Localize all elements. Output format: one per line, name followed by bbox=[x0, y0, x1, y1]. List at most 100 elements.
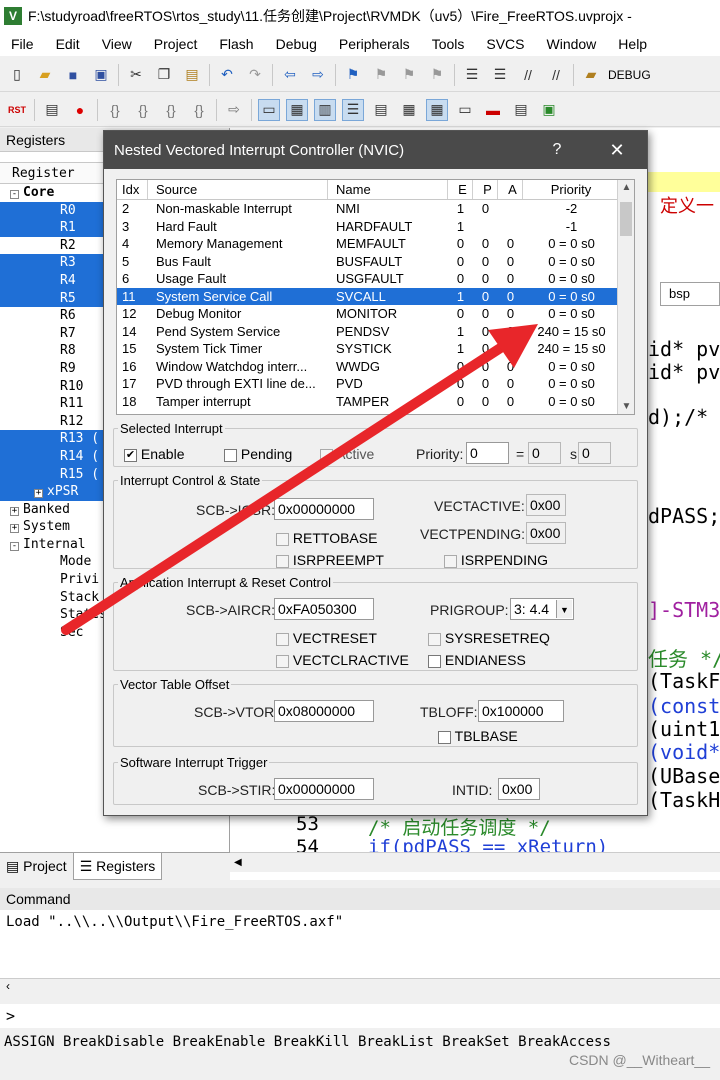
column-source[interactable]: Source bbox=[148, 180, 328, 199]
enable-checkbox[interactable]: ✔ Enable bbox=[124, 446, 184, 462]
nav-forward-icon[interactable]: ⇨ bbox=[307, 64, 329, 86]
interrupt-table-scrollbar[interactable]: ▲ ▼ bbox=[617, 180, 634, 414]
tblbase-checkbox[interactable]: TBLBASE bbox=[438, 728, 518, 744]
run-icon[interactable]: ▤ bbox=[41, 99, 63, 121]
registers-window-icon[interactable]: ☰ bbox=[342, 98, 364, 121]
redo-icon[interactable]: ↷ bbox=[244, 64, 266, 86]
scroll-down-icon[interactable]: ▼ bbox=[618, 401, 634, 412]
unindent-icon[interactable]: ☰ bbox=[489, 64, 511, 86]
interrupt-row[interactable]: 2 Non-maskable Interrupt NMI 1 0 -2 bbox=[117, 200, 634, 218]
trace-window-icon[interactable]: ▤ bbox=[510, 99, 532, 121]
interrupt-row[interactable]: 4 Memory Management MEMFAULT 0 0 0 0 = 0 s0 bbox=[117, 235, 634, 253]
file-tab-bsp[interactable]: bsp bbox=[660, 282, 720, 306]
command-input[interactable]: > bbox=[0, 1004, 720, 1028]
menu-window[interactable]: Window bbox=[536, 36, 608, 52]
run-to-cursor-icon[interactable]: {} bbox=[188, 99, 210, 121]
scroll-left-icon[interactable]: ‹ bbox=[6, 979, 10, 993]
symbols-window-icon[interactable]: ▥ bbox=[314, 98, 336, 121]
bookmark-prev-icon[interactable]: ⚑ bbox=[370, 64, 392, 86]
column-active[interactable]: A bbox=[498, 180, 523, 199]
expand-icon[interactable]: + bbox=[10, 524, 19, 534]
call-stack-icon[interactable]: ▤ bbox=[370, 99, 392, 121]
interrupt-row[interactable]: 3 Hard Fault HARDFAULT 1 -1 bbox=[117, 218, 634, 236]
serial-window-icon[interactable]: ▭ bbox=[454, 99, 476, 121]
show-next-statement-icon[interactable]: ⇨ bbox=[223, 99, 245, 121]
menu-tools[interactable]: Tools bbox=[421, 36, 476, 52]
open-file-icon[interactable]: ▰ bbox=[34, 64, 56, 86]
column-priority[interactable]: Priority bbox=[523, 180, 620, 199]
copy-icon[interactable]: ❐ bbox=[153, 64, 175, 86]
nvic-titlebar[interactable]: Nested Vectored Interrupt Controller (NV… bbox=[104, 131, 647, 169]
tab-project[interactable]: ▤ Project bbox=[0, 853, 73, 880]
menu-debug[interactable]: Debug bbox=[265, 36, 328, 52]
help-button[interactable]: ? bbox=[527, 141, 587, 159]
cut-icon[interactable]: ✂ bbox=[125, 64, 147, 86]
bookmark-next-icon[interactable]: ⚑ bbox=[398, 64, 420, 86]
stop-icon[interactable]: ● bbox=[69, 99, 91, 121]
menu-edit[interactable]: Edit bbox=[45, 36, 91, 52]
column-idx[interactable]: Idx bbox=[117, 180, 148, 199]
interrupt-row[interactable]: 14 Pend System Service PENDSV 1 0 0 240 = 15 s… bbox=[117, 323, 634, 341]
column-enable[interactable]: E bbox=[448, 180, 473, 199]
icsr-input[interactable]: 0x00000000 bbox=[274, 498, 374, 520]
analysis-window-icon[interactable]: ▬ bbox=[482, 99, 504, 121]
command-window-icon[interactable]: ▭ bbox=[258, 98, 280, 121]
undo-icon[interactable]: ↶ bbox=[216, 64, 238, 86]
chevron-down-icon[interactable]: ▼ bbox=[556, 600, 572, 618]
close-button[interactable]: ✕ bbox=[587, 140, 647, 161]
disassembly-window-icon[interactable]: ▦ bbox=[286, 98, 308, 121]
interrupt-row[interactable]: 16 Window Watchdog interr... WWDG 0 0 0 0 = 0 … bbox=[117, 358, 634, 376]
save-icon[interactable]: ■ bbox=[62, 64, 84, 86]
target-label[interactable]: DEBUG bbox=[608, 68, 651, 82]
expand-icon[interactable]: + bbox=[10, 506, 19, 516]
interrupt-row[interactable]: 18 Tamper interrupt TAMPER 0 0 0 0 = 0 s0 bbox=[117, 393, 634, 411]
menu-svcs[interactable]: SVCS bbox=[475, 36, 535, 52]
intid-input[interactable]: 0x00 bbox=[498, 778, 540, 800]
step-over-icon[interactable]: {} bbox=[132, 99, 154, 121]
pending-checkbox[interactable]: Pending bbox=[224, 446, 292, 462]
menu-project[interactable]: Project bbox=[143, 36, 209, 52]
new-file-icon[interactable]: ▯ bbox=[6, 64, 28, 86]
collapse-icon[interactable]: - bbox=[10, 190, 19, 199]
system-viewer-icon[interactable]: ▣ bbox=[538, 99, 560, 121]
editor-hscrollbar[interactable]: ◀ bbox=[230, 852, 720, 872]
step-out-icon[interactable]: {} bbox=[160, 99, 182, 121]
bookmark-icon[interactable]: ⚑ bbox=[342, 64, 364, 86]
target-icon[interactable]: ▰ bbox=[580, 64, 602, 86]
paste-icon[interactable]: ▤ bbox=[181, 64, 203, 86]
command-hscrollbar[interactable]: ‹ bbox=[0, 978, 720, 998]
collapse-icon[interactable]: - bbox=[10, 541, 19, 551]
scroll-thumb[interactable] bbox=[620, 202, 632, 236]
interrupt-row[interactable]: 5 Bus Fault BUSFAULT 0 0 0 0 = 0 s0 bbox=[117, 253, 634, 271]
interrupt-row[interactable]: 17 PVD through EXTI line de... PVD 0 0 0 0 = 0… bbox=[117, 375, 634, 393]
tab-registers[interactable]: ☰ Registers bbox=[72, 853, 163, 880]
indent-icon[interactable]: ☰ bbox=[461, 64, 483, 86]
interrupt-row[interactable]: 11 System Service Call SVCALL 1 0 0 0 = 0 s0 bbox=[117, 287, 634, 305]
comment-icon[interactable]: // bbox=[517, 64, 539, 86]
interrupt-row[interactable]: 12 Debug Monitor MONITOR 0 0 0 0 = 0 s0 bbox=[117, 305, 634, 323]
column-pending[interactable]: P bbox=[473, 180, 498, 199]
reset-icon[interactable]: RST bbox=[6, 99, 28, 121]
step-in-icon[interactable]: {} bbox=[104, 99, 126, 121]
interrupt-row[interactable]: 6 Usage Fault USGFAULT 0 0 0 0 = 0 s0 bbox=[117, 270, 634, 288]
nav-back-icon[interactable]: ⇦ bbox=[279, 64, 301, 86]
scroll-left-icon[interactable]: ◀ bbox=[230, 857, 242, 868]
priority-input[interactable]: 0 bbox=[466, 442, 509, 464]
scroll-up-icon[interactable]: ▲ bbox=[618, 182, 634, 193]
prigroup-select[interactable]: 3: 4.4 ▼ bbox=[510, 598, 574, 620]
watch-window-icon[interactable]: ▦ bbox=[398, 99, 420, 121]
menu-file[interactable]: File bbox=[0, 36, 45, 52]
stir-input[interactable]: 0x00000000 bbox=[274, 778, 374, 800]
column-name[interactable]: Name bbox=[328, 180, 448, 199]
tbloff-input[interactable]: 0x100000 bbox=[478, 700, 564, 722]
aircr-input[interactable]: 0xFA050300 bbox=[274, 598, 374, 620]
vtor-input[interactable]: 0x08000000 bbox=[274, 700, 374, 722]
expand-icon[interactable]: + bbox=[34, 489, 43, 499]
menu-view[interactable]: View bbox=[91, 36, 143, 52]
bookmark-clear-icon[interactable]: ⚑ bbox=[426, 64, 448, 86]
menu-flash[interactable]: Flash bbox=[208, 36, 264, 52]
memory-window-icon[interactable]: ▦ bbox=[426, 98, 448, 121]
menu-peripherals[interactable]: Peripherals bbox=[328, 36, 421, 52]
menu-help[interactable]: Help bbox=[607, 36, 658, 52]
uncomment-icon[interactable]: // bbox=[545, 64, 567, 86]
